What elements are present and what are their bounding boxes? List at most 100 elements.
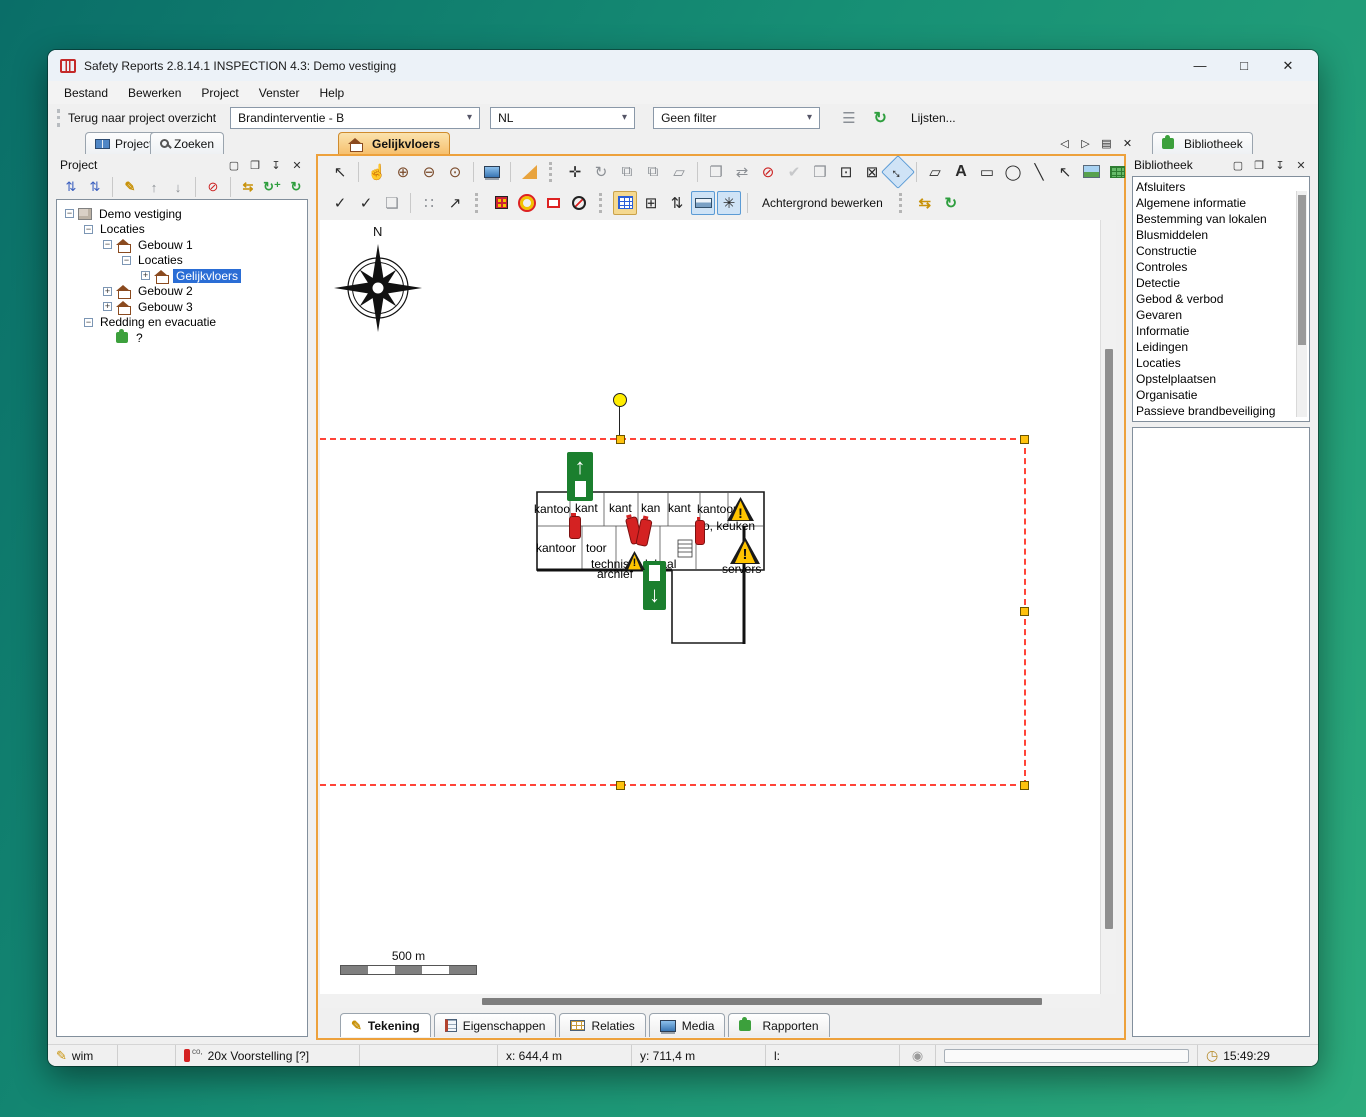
transfer-button[interactable]: ⇆ xyxy=(237,177,259,197)
library-item-plaatsbezoek[interactable]: Plaatsbezoek xyxy=(1136,419,1309,422)
insert-image-button[interactable] xyxy=(1079,160,1103,184)
library-item-gebod-verbod[interactable]: Gebod & verbod xyxy=(1136,291,1309,307)
library-item-afsluiters[interactable]: Afsluiters xyxy=(1136,179,1309,195)
tree-label[interactable]: Locaties xyxy=(135,253,186,267)
insert-table-button[interactable] xyxy=(1105,160,1129,184)
bring-forward-button[interactable]: ⧉ xyxy=(615,160,639,184)
filter-icon[interactable]: ☰ xyxy=(842,109,855,127)
selection-handle-bottom-right[interactable] xyxy=(1020,781,1029,790)
draw-text-button[interactable]: A xyxy=(949,160,973,184)
expander-icon[interactable]: + xyxy=(141,271,150,280)
project-type-select[interactable]: Brandinterventie - B ▾ xyxy=(230,107,480,129)
sort-structure-button[interactable]: ⇅ xyxy=(60,177,82,197)
sort-alphabetic-button[interactable]: ⇅ xyxy=(84,177,106,197)
tree-label[interactable]: Gebouw 1 xyxy=(135,238,196,252)
zoom-window-button[interactable]: ⊙ xyxy=(443,160,467,184)
tree-row-gebouw-1[interactable]: −Gebouw 1 xyxy=(57,237,307,253)
expander-icon[interactable]: − xyxy=(122,256,131,265)
close-panel-button[interactable]: ✕ xyxy=(1294,159,1308,172)
tab-tekening[interactable]: ✎Tekening xyxy=(340,1013,431,1037)
library-item-organisatie[interactable]: Organisatie xyxy=(1136,387,1309,403)
fit-to-screen-button[interactable] xyxy=(480,160,504,184)
tree-label[interactable]: Demo vestiging xyxy=(96,207,185,221)
transform-frame-button[interactable]: ⊡ xyxy=(834,160,858,184)
rotation-handle[interactable] xyxy=(613,393,627,407)
drawing-canvas[interactable]: N xyxy=(320,220,1100,994)
confirm-button[interactable]: ✔ xyxy=(782,160,806,184)
copy-properties-button[interactable]: ❏ xyxy=(380,191,404,215)
warning-triangle-icon[interactable]: ! xyxy=(730,537,760,564)
move-down-button[interactable]: ↓ xyxy=(167,177,189,197)
close-panel-button[interactable]: ✕ xyxy=(290,159,304,172)
snap-to-line-button[interactable]: ✓ xyxy=(328,191,352,215)
refresh-add-button[interactable]: ↻⁺ xyxy=(261,177,283,197)
close-tab-button[interactable]: ✕ xyxy=(1119,135,1136,151)
expander-icon[interactable]: + xyxy=(103,302,112,311)
tab-eigenschappen[interactable]: Eigenschappen xyxy=(434,1013,557,1037)
tree-label[interactable]: ? xyxy=(133,331,146,345)
tab-gelijkvloers[interactable]: Gelijkvloers xyxy=(338,132,450,154)
tree-row-redding-en-evacuatie[interactable]: −Redding en evacuatie xyxy=(57,315,307,331)
tree-row-item[interactable]: ? xyxy=(57,330,307,346)
move-button[interactable]: ✛ xyxy=(563,160,587,184)
tab-rapporten[interactable]: Rapporten xyxy=(728,1013,829,1037)
tree-row-locaties[interactable]: −Locaties xyxy=(57,222,307,238)
close-button[interactable]: ✕ xyxy=(1266,52,1310,80)
library-item-constructie[interactable]: Constructie xyxy=(1136,243,1309,259)
tree-row-gelijkvloers[interactable]: + Gelijkvloers xyxy=(57,268,307,284)
snap-to-points-button[interactable]: ✓ xyxy=(354,191,378,215)
snap-all-button[interactable]: ✳ xyxy=(717,191,741,215)
menu-bestand[interactable]: Bestand xyxy=(54,84,118,102)
copy-button[interactable]: ❐ xyxy=(704,160,728,184)
delete-button[interactable]: ⊘ xyxy=(202,177,224,197)
selection-handle-top-right[interactable] xyxy=(1020,435,1029,444)
rotate-button[interactable]: ↻ xyxy=(589,160,613,184)
maximize-button[interactable]: □ xyxy=(1222,52,1266,80)
zone-rect-button[interactable] xyxy=(541,191,565,215)
menu-project[interactable]: Project xyxy=(191,84,248,102)
open-button[interactable]: ❒ xyxy=(808,160,832,184)
draw-polygon-button[interactable]: ▱ xyxy=(923,160,947,184)
select-button[interactable]: ↖ xyxy=(328,160,352,184)
library-item-locaties[interactable]: Locaties xyxy=(1136,355,1309,371)
library-item-gevaren[interactable]: Gevaren xyxy=(1136,307,1309,323)
filter-select[interactable]: Geen filter ▾ xyxy=(653,107,820,129)
raster-button[interactable] xyxy=(489,191,513,215)
transfer-button[interactable]: ⇆ xyxy=(913,191,937,215)
tree-label[interactable]: Gebouw 3 xyxy=(135,300,196,314)
library-item-blusmiddelen[interactable]: Blusmiddelen xyxy=(1136,227,1309,243)
float-panel-button[interactable]: ❐ xyxy=(248,159,262,172)
selection-handle-bottom[interactable] xyxy=(616,781,625,790)
library-item-passieve-brandbeveiliging[interactable]: Passieve brandbeveiliging xyxy=(1136,403,1309,419)
library-scrollbar-thumb[interactable] xyxy=(1298,195,1306,345)
menu-venster[interactable]: Venster xyxy=(249,84,310,102)
zoom-in-button[interactable]: ⊕ xyxy=(391,160,415,184)
tree-row-gebouw-2[interactable]: +Gebouw 2 xyxy=(57,284,307,300)
draw-arrow-button[interactable]: ↖ xyxy=(1053,160,1077,184)
library-item-controles[interactable]: Controles xyxy=(1136,259,1309,275)
show-grid-button[interactable] xyxy=(613,191,637,215)
fire-extinguisher-icon[interactable] xyxy=(695,520,705,545)
library-item-leidingen[interactable]: Leidingen xyxy=(1136,339,1309,355)
library-item-algemene-informatie[interactable]: Algemene informatie xyxy=(1136,195,1309,211)
pin-panel-button[interactable]: ↧ xyxy=(1273,159,1287,172)
prev-tab-button[interactable]: ◁ xyxy=(1056,135,1073,151)
exit-up-sign[interactable]: ↑ xyxy=(567,452,593,501)
menu-help[interactable]: Help xyxy=(309,84,354,102)
warning-triangle-icon[interactable]: ! xyxy=(624,551,645,570)
jump-arrow-button[interactable]: ↗ xyxy=(443,191,467,215)
maximize-panel-button[interactable]: ▢ xyxy=(227,159,241,172)
tree-label[interactable]: Gelijkvloers xyxy=(173,269,241,283)
horizontal-scrollbar-thumb[interactable] xyxy=(482,998,1042,1005)
lists-button[interactable]: Lijsten... xyxy=(911,111,956,125)
compass-zone-button[interactable] xyxy=(567,191,591,215)
fire-extinguisher-icon[interactable] xyxy=(569,516,581,539)
ring-zone-button[interactable] xyxy=(515,191,539,215)
minimize-button[interactable]: — xyxy=(1178,52,1222,80)
grid-points-button[interactable]: ∷ xyxy=(417,191,441,215)
edit-points-button[interactable]: ▱ xyxy=(667,160,691,184)
toolbar-grip[interactable] xyxy=(57,109,60,127)
tab-bibliotheek[interactable]: Bibliotheek xyxy=(1152,132,1253,154)
tab-list-button[interactable]: ▤ xyxy=(1098,135,1115,151)
zoom-out-button[interactable]: ⊖ xyxy=(417,160,441,184)
